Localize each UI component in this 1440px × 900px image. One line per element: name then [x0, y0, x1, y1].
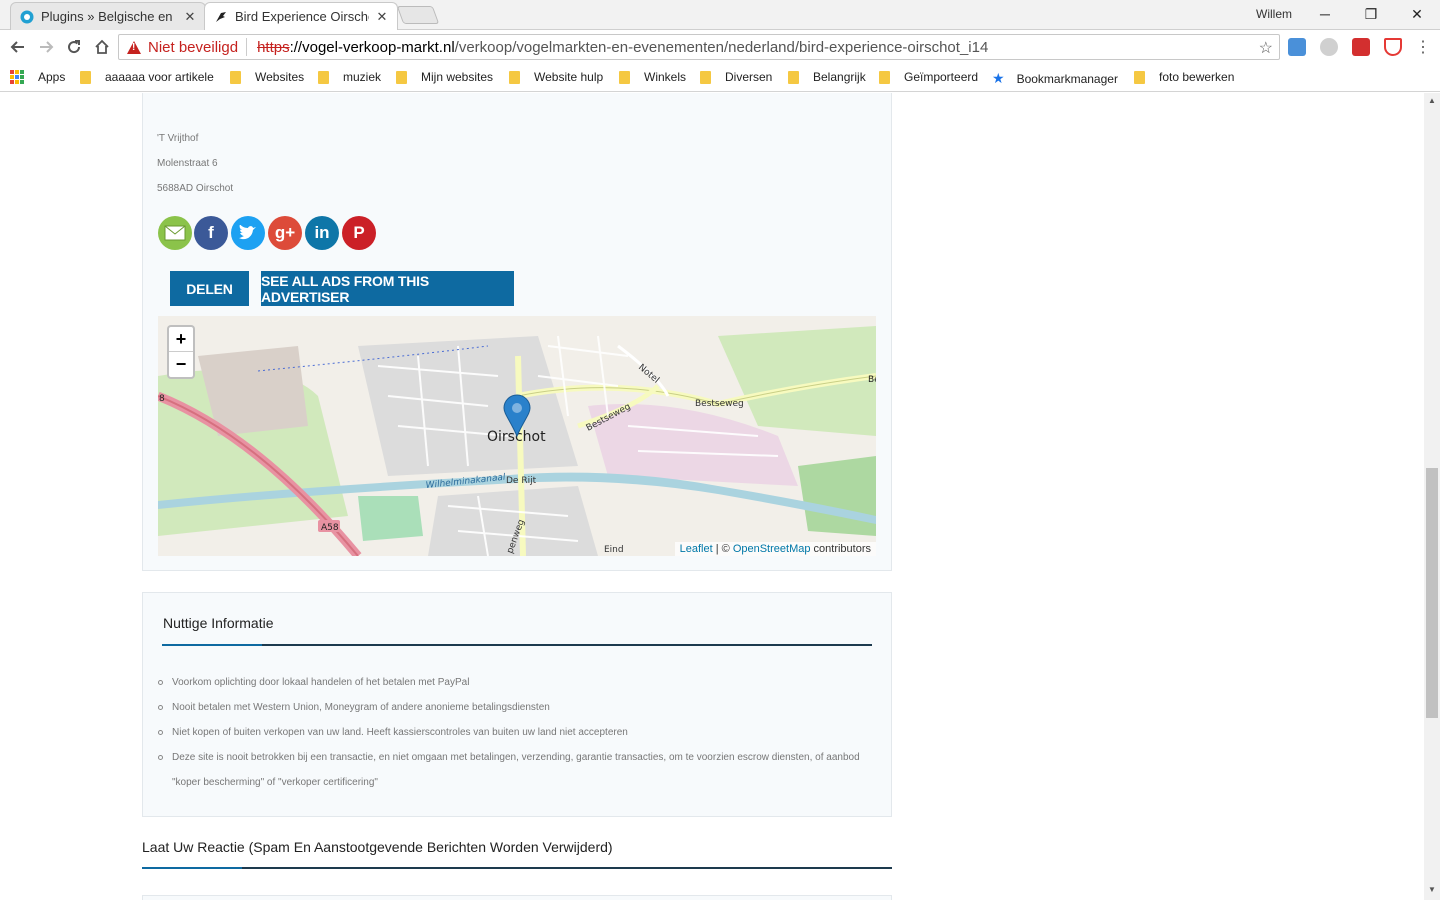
- security-indicator[interactable]: Niet beveiligd: [119, 38, 248, 56]
- tab-strip: Plugins » Belgische en Ne ✕ Bird Experie…: [0, 0, 1440, 30]
- comment-form-card: [142, 895, 892, 900]
- warning-icon: [127, 40, 141, 54]
- info-item: Niet kopen of buiten verkopen van uw lan…: [172, 727, 628, 738]
- folder-icon: [879, 70, 890, 84]
- leaflet-link[interactable]: Leaflet: [680, 543, 713, 555]
- map-road-label: Be: [868, 375, 876, 385]
- bookmark-item[interactable]: Websites: [230, 70, 304, 84]
- forward-icon[interactable]: [35, 36, 57, 58]
- map-tiles: Oirschot Bestseweg Bestseweg Notel De Ri…: [158, 316, 876, 556]
- page-scrollbar[interactable]: ▲ ▼: [1424, 93, 1440, 900]
- location-map[interactable]: Oirschot Bestseweg Bestseweg Notel De Ri…: [158, 316, 876, 556]
- map-zoom-control: + −: [167, 325, 195, 379]
- plugin-favicon-icon: [19, 9, 35, 25]
- back-icon[interactable]: [7, 36, 29, 58]
- folder-icon: [1134, 70, 1145, 84]
- map-road-label: A58: [321, 523, 339, 533]
- bookmark-item[interactable]: ★ Bookmarkmanager: [992, 70, 1118, 87]
- tab-bird-experience[interactable]: Bird Experience Oirschot ✕: [204, 2, 398, 30]
- bird-favicon-icon: [213, 9, 229, 25]
- bookmark-item[interactable]: Diversen: [700, 70, 772, 84]
- page-content: 'T Vrijthof Molenstraat 6 5688AD Oirscho…: [0, 93, 1424, 900]
- bookmark-item[interactable]: muziek: [318, 70, 381, 84]
- comments-title: Laat Uw Reactie (Spam En Aanstootgevende…: [142, 839, 613, 855]
- address-venue: 'T Vrijthof: [157, 133, 199, 144]
- email-share-icon[interactable]: [158, 216, 192, 250]
- pinterest-share-icon[interactable]: P: [342, 216, 376, 250]
- info-title-divider: [162, 644, 872, 646]
- bookmark-apps[interactable]: Apps: [10, 70, 65, 84]
- tab-plugins[interactable]: Plugins » Belgische en Ne ✕: [10, 2, 206, 30]
- facebook-share-icon[interactable]: f: [194, 216, 228, 250]
- bookmark-item[interactable]: Geïmporteerd: [879, 70, 978, 84]
- tab-title: Bird Experience Oirschot: [235, 9, 369, 24]
- folder-icon: [619, 70, 630, 84]
- map-attribution: Leaflet | © OpenStreetMap contributors: [674, 542, 876, 556]
- translate-extension-icon[interactable]: [1288, 38, 1306, 56]
- reload-icon[interactable]: [63, 36, 85, 58]
- folder-icon: [509, 70, 520, 84]
- share-button[interactable]: DELEN: [170, 271, 249, 306]
- linkedin-share-icon[interactable]: in: [305, 216, 339, 250]
- twitter-share-icon[interactable]: [231, 216, 265, 250]
- profile-name[interactable]: Willem: [1256, 7, 1292, 21]
- shield-extension-icon[interactable]: [1384, 38, 1402, 56]
- bullet-icon: [158, 680, 163, 685]
- map-road-label: 8: [159, 394, 165, 404]
- bookmark-item[interactable]: Belangrijk: [788, 70, 866, 84]
- bullet-icon: [158, 755, 163, 760]
- toolbar: Niet beveiligd https://vogel-verkoop-mar…: [0, 31, 1440, 63]
- address-street: Molenstraat 6: [157, 158, 218, 169]
- new-tab-button[interactable]: [396, 6, 440, 24]
- info-item: Nooit betalen met Western Union, Moneygr…: [172, 702, 550, 713]
- url-text[interactable]: https://vogel-verkoop-markt.nl/verkoop/v…: [247, 39, 988, 56]
- scroll-thumb[interactable]: [1426, 468, 1438, 718]
- info-title: Nuttige Informatie: [163, 615, 274, 631]
- google-plus-share-icon[interactable]: g+: [268, 216, 302, 250]
- window-close-icon[interactable]: ✕: [1402, 4, 1432, 24]
- comments-title-divider: [142, 867, 892, 869]
- address-postcode: 5688AD Oirschot: [157, 183, 234, 194]
- bookmark-item[interactable]: Mijn websites: [396, 70, 493, 84]
- bullet-icon: [158, 705, 163, 710]
- star-icon: ★: [992, 70, 1005, 86]
- folder-icon: [788, 70, 799, 84]
- scroll-up-icon[interactable]: ▲: [1428, 96, 1436, 105]
- info-item: Deze site is nooit betrokken bij een tra…: [172, 752, 860, 788]
- minimize-icon[interactable]: ─: [1310, 4, 1340, 24]
- folder-icon: [80, 70, 91, 84]
- bookmark-item[interactable]: aaaaaa voor artikele: [80, 70, 214, 84]
- osm-link[interactable]: OpenStreetMap: [733, 543, 811, 555]
- bookmarks-bar: Apps aaaaaa voor artikele Websites muzie…: [0, 64, 1440, 92]
- all-ads-button[interactable]: SEE ALL ADS FROM THIS ADVERTISER: [261, 271, 514, 306]
- address-bar[interactable]: Niet beveiligd https://vogel-verkoop-mar…: [118, 34, 1280, 60]
- menu-icon[interactable]: ⋮: [1412, 36, 1434, 58]
- bookmark-item[interactable]: foto bewerken: [1134, 70, 1234, 84]
- security-label: Niet beveiligd: [148, 38, 239, 56]
- bookmark-item[interactable]: Website hulp: [509, 70, 603, 84]
- close-icon[interactable]: ✕: [375, 9, 389, 25]
- map-road-label: De Rijt: [506, 476, 537, 486]
- apps-grid-icon: [10, 70, 24, 84]
- extension-red-icon[interactable]: [1352, 38, 1370, 56]
- folder-icon: [318, 70, 329, 84]
- folder-icon: [230, 70, 241, 84]
- extension-icon[interactable]: [1320, 38, 1338, 56]
- bullet-icon: [158, 730, 163, 735]
- home-icon[interactable]: [91, 36, 113, 58]
- scroll-down-icon[interactable]: ▼: [1428, 885, 1436, 894]
- folder-icon: [396, 70, 407, 84]
- zoom-out-button[interactable]: −: [169, 352, 193, 377]
- info-item: Voorkom oplichting door lokaal handelen …: [172, 677, 470, 688]
- close-icon[interactable]: ✕: [183, 9, 197, 25]
- map-road-label: Eind: [604, 545, 624, 555]
- bookmark-item[interactable]: Winkels: [619, 70, 686, 84]
- bookmark-star-icon[interactable]: ☆: [1259, 38, 1273, 58]
- maximize-icon[interactable]: ❐: [1356, 4, 1386, 24]
- zoom-in-button[interactable]: +: [169, 327, 193, 352]
- tab-title: Plugins » Belgische en Ne: [41, 9, 177, 24]
- map-road-label: Bestseweg: [695, 399, 744, 409]
- folder-icon: [700, 70, 711, 84]
